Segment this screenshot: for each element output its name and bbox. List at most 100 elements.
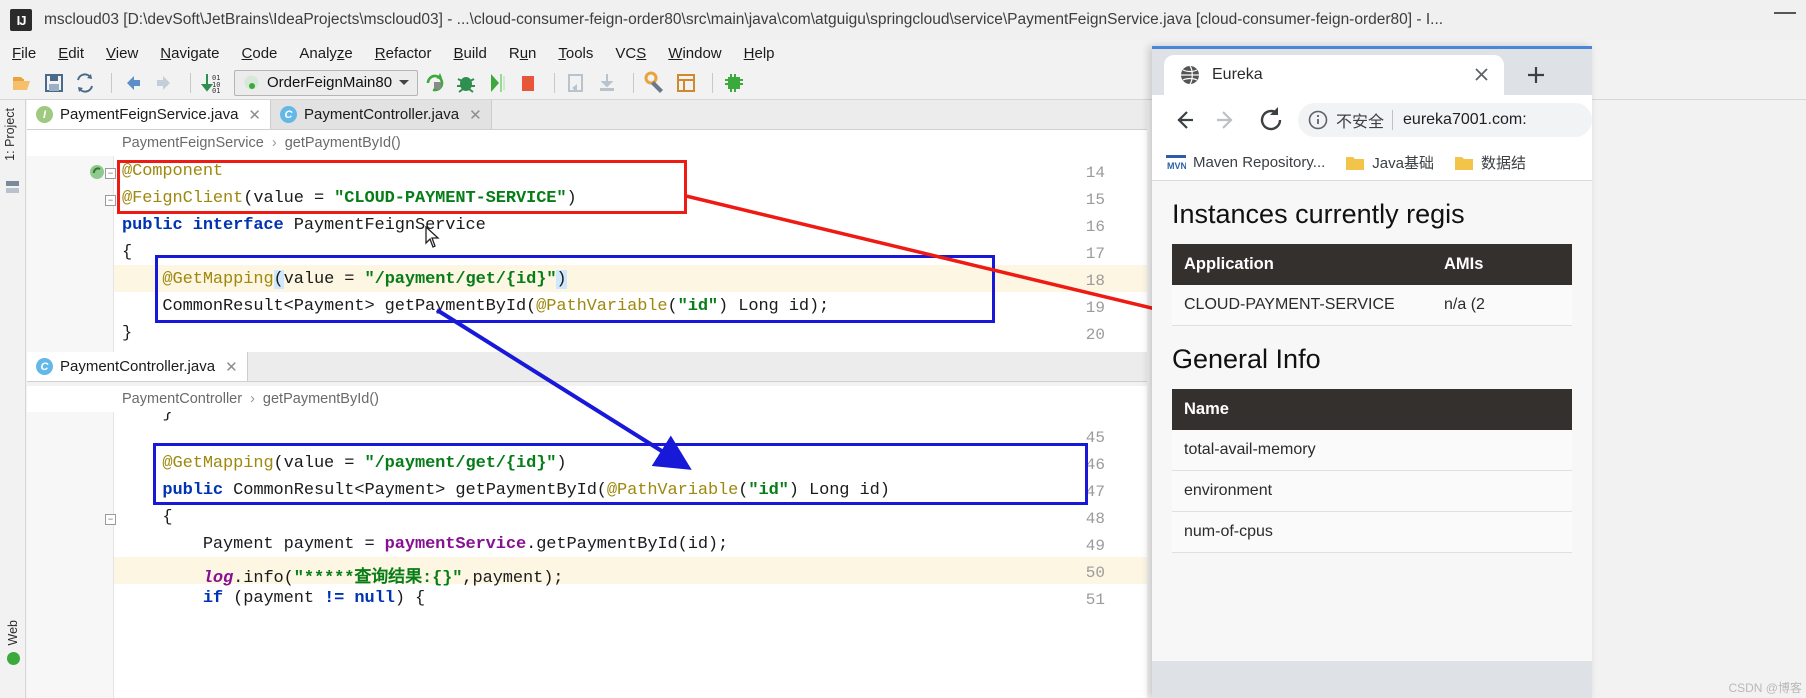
forward-icon[interactable] bbox=[1210, 103, 1244, 137]
line-number: 46 bbox=[1085, 456, 1105, 474]
breadcrumb-class[interactable]: PaymentController bbox=[122, 391, 242, 407]
spring-bean-gutter-icon[interactable] bbox=[89, 164, 105, 180]
menu-edit[interactable]: Edit bbox=[58, 45, 84, 62]
breadcrumb-bottom: PaymentController › getPaymentById() bbox=[27, 386, 1147, 412]
bookmark-maven-repository[interactable]: MVN Maven Repository... bbox=[1166, 154, 1325, 172]
fold-handle[interactable]: − bbox=[105, 195, 116, 206]
open-folder-icon[interactable] bbox=[10, 70, 36, 96]
toolbar-separator bbox=[111, 72, 112, 93]
browser-tab-eureka[interactable]: Eureka bbox=[1164, 55, 1504, 95]
bookmark-java-basics[interactable]: Java基础 bbox=[1345, 152, 1434, 173]
table-header-row: Name bbox=[1172, 389, 1572, 430]
breadcrumb-member[interactable]: getPaymentById() bbox=[263, 391, 379, 407]
code-line-20: } bbox=[122, 324, 133, 343]
column-header-name: Name bbox=[1172, 389, 1572, 430]
code-editor-top[interactable]: 14 15 16 17 18 19 20 − − @Component @Fei… bbox=[27, 156, 1147, 352]
cell-num-of-cpus: num-of-cpus bbox=[1172, 511, 1572, 553]
cell-application-name[interactable]: CLOUD-PAYMENT-SERVICE bbox=[1172, 285, 1432, 326]
sidebar-item-project[interactable]: 1: Project bbox=[3, 108, 17, 161]
run-configuration-selector[interactable]: OrderFeignMain80 bbox=[234, 69, 419, 96]
sort-lines-icon[interactable]: 01 10 01 bbox=[199, 70, 225, 96]
close-icon[interactable]: ✕ bbox=[225, 358, 238, 376]
back-icon[interactable] bbox=[1166, 103, 1200, 137]
svg-text:01: 01 bbox=[212, 87, 220, 95]
web-icon bbox=[6, 652, 20, 666]
breadcrumb-class[interactable]: PaymentFeignService bbox=[122, 135, 264, 151]
line-number: 16 bbox=[1085, 218, 1105, 236]
menu-code[interactable]: Code bbox=[242, 45, 278, 62]
table-row: environment bbox=[1172, 470, 1572, 512]
menu-window[interactable]: Window bbox=[668, 45, 721, 62]
plugins-icon[interactable] bbox=[721, 70, 747, 96]
back-icon[interactable] bbox=[120, 70, 146, 96]
interface-badge-icon: I bbox=[36, 106, 53, 123]
run-configuration-label: OrderFeignMain80 bbox=[267, 74, 393, 91]
new-tab-button[interactable] bbox=[1524, 63, 1548, 87]
close-icon[interactable]: ✕ bbox=[469, 106, 482, 124]
menu-tools[interactable]: Tools bbox=[558, 45, 593, 62]
chevron-down-icon[interactable] bbox=[399, 80, 410, 85]
editor-tab-strip-top: I PaymentFeignService.java ✕ C PaymentCo… bbox=[27, 100, 1147, 130]
run-icon[interactable] bbox=[422, 70, 448, 96]
address-bar[interactable]: 不安全 eureka7001.com: bbox=[1298, 103, 1592, 137]
editor-tab-payment-feign-service[interactable]: I PaymentFeignService.java ✕ bbox=[27, 100, 271, 129]
menu-run[interactable]: Run bbox=[509, 45, 537, 62]
folder-icon bbox=[1454, 154, 1474, 172]
editor-tab-payment-controller-split[interactable]: C PaymentController.java ✕ bbox=[27, 352, 248, 381]
general-info-table: Name total-avail-memory environment num-… bbox=[1172, 389, 1572, 553]
window-title: mscloud03 [D:\devSoft\JetBrains\IdeaProj… bbox=[44, 11, 1444, 28]
browser-nav-bar: 不安全 eureka7001.com: bbox=[1152, 95, 1592, 145]
sidebar-item-web[interactable]: Web bbox=[2, 620, 24, 690]
menu-vcs[interactable]: VCS bbox=[615, 45, 646, 62]
browser-tab-title: Eureka bbox=[1212, 66, 1263, 83]
menu-analyze[interactable]: Analyze bbox=[299, 45, 352, 62]
bookmarks-bar: MVN Maven Repository... Java基础 数据结 bbox=[1152, 145, 1592, 181]
instances-table: Application AMIs CLOUD-PAYMENT-SERVICE n… bbox=[1172, 244, 1572, 326]
structure-icon[interactable] bbox=[5, 180, 20, 195]
close-icon[interactable]: ✕ bbox=[248, 106, 261, 124]
code-editor-bottom[interactable]: 45 46 47 48 49 50 51 − } @GetMapping(val… bbox=[27, 412, 1147, 698]
cell-environment: environment bbox=[1172, 470, 1572, 512]
settings-icon[interactable] bbox=[642, 70, 668, 96]
menu-navigate[interactable]: Navigate bbox=[160, 45, 219, 62]
line-number: 48 bbox=[1085, 510, 1105, 528]
toolbar-separator-2 bbox=[190, 72, 191, 93]
omnibox-divider bbox=[1392, 110, 1394, 130]
forward-icon[interactable] bbox=[151, 70, 177, 96]
stop-icon[interactable] bbox=[515, 70, 541, 96]
menu-help[interactable]: Help bbox=[744, 45, 775, 62]
bookmark-data-structures[interactable]: 数据结 bbox=[1454, 152, 1526, 173]
menu-refactor[interactable]: Refactor bbox=[375, 45, 432, 62]
browser-tab-row: Eureka bbox=[1152, 49, 1592, 95]
minimize-button[interactable] bbox=[1774, 12, 1796, 14]
run-coverage-icon[interactable] bbox=[484, 70, 510, 96]
step-over-icon[interactable] bbox=[563, 70, 589, 96]
menu-build[interactable]: Build bbox=[453, 45, 486, 62]
line-number: 49 bbox=[1085, 537, 1105, 555]
debug-icon[interactable] bbox=[453, 70, 479, 96]
toolbar-separator-3 bbox=[554, 72, 556, 93]
class-badge-icon: C bbox=[280, 106, 297, 123]
class-badge-icon: C bbox=[36, 358, 53, 375]
table-row: num-of-cpus bbox=[1172, 511, 1572, 553]
menu-file[interactable]: File bbox=[12, 45, 36, 62]
maven-icon: MVN bbox=[1166, 154, 1187, 172]
close-icon[interactable] bbox=[1473, 66, 1490, 83]
info-circle-icon[interactable] bbox=[1308, 110, 1328, 130]
fold-handle[interactable]: − bbox=[105, 514, 116, 525]
intellij-logo-icon: IJ bbox=[10, 9, 32, 31]
menu-view[interactable]: View bbox=[106, 45, 138, 62]
breadcrumb-member[interactable]: getPaymentById() bbox=[285, 135, 401, 151]
watermark: CSDN @博客 bbox=[1728, 681, 1802, 695]
save-all-icon[interactable] bbox=[41, 70, 67, 96]
code-line-14: @Component bbox=[122, 162, 224, 181]
code-line-18: @GetMapping(value = "/payment/get/{id}") bbox=[162, 270, 567, 289]
sync-icon[interactable] bbox=[72, 70, 98, 96]
step-into-icon[interactable] bbox=[594, 70, 620, 96]
reload-icon[interactable] bbox=[1254, 103, 1288, 137]
fold-handle[interactable]: − bbox=[105, 168, 116, 179]
code-line-47: public CommonResult<Payment> getPaymentB… bbox=[162, 481, 890, 500]
editor-tab-payment-controller[interactable]: C PaymentController.java ✕ bbox=[271, 100, 492, 129]
folder-icon bbox=[1345, 154, 1365, 172]
project-structure-icon[interactable] bbox=[673, 70, 699, 96]
